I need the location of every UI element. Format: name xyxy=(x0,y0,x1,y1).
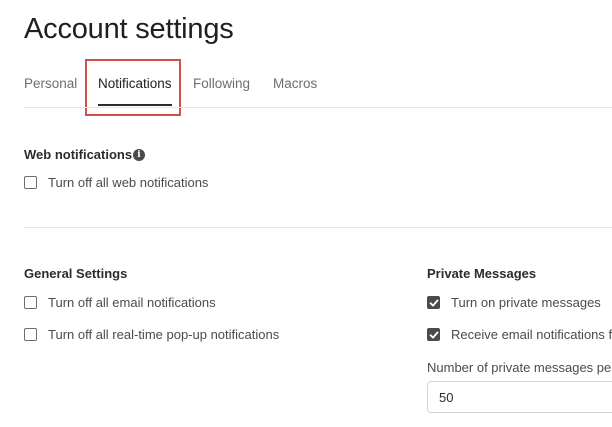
web-notifications-heading: Web notifications xyxy=(24,147,133,162)
web-notifications-off-label: Turn off all web notifications xyxy=(48,174,209,190)
email-notifications-off-label: Turn off all email notifications xyxy=(48,294,216,310)
private-messages-on-option[interactable]: Turn on private messages xyxy=(427,293,601,311)
checkmark-icon xyxy=(429,331,439,338)
account-settings-page: Account settings Personal Notifications … xyxy=(0,0,612,427)
tab-macros[interactable]: Macros xyxy=(273,60,317,108)
email-notifications-off-option[interactable]: Turn off all email notifications xyxy=(24,293,216,311)
page-title: Account settings xyxy=(24,13,234,45)
tab-personal[interactable]: Personal xyxy=(24,60,77,108)
web-notifications-off-option[interactable]: Turn off all web notifications xyxy=(24,173,208,191)
checkmark-icon xyxy=(429,299,439,306)
messages-per-page-input[interactable] xyxy=(427,381,612,413)
popup-notifications-off-checkbox[interactable] xyxy=(24,327,37,341)
web-notifications-off-checkbox[interactable] xyxy=(24,175,37,189)
private-messages-on-label: Turn on private messages xyxy=(451,294,601,310)
info-icon[interactable]: i xyxy=(133,149,145,161)
tabs-divider xyxy=(24,107,612,108)
section-divider xyxy=(24,227,612,228)
private-messages-heading: Private Messages xyxy=(427,266,537,281)
messages-per-page-label: Number of private messages per xyxy=(427,360,612,375)
private-messages-email-checkbox[interactable] xyxy=(427,327,440,341)
private-messages-email-label: Receive email notifications fo xyxy=(451,326,612,342)
email-notifications-off-checkbox[interactable] xyxy=(24,295,37,309)
private-messages-email-option[interactable]: Receive email notifications fo xyxy=(427,325,612,343)
popup-notifications-off-label: Turn off all real-time pop-up notificati… xyxy=(48,326,280,342)
general-settings-heading: General Settings xyxy=(24,266,128,281)
tab-following[interactable]: Following xyxy=(193,60,250,108)
private-messages-on-checkbox[interactable] xyxy=(427,295,440,309)
popup-notifications-off-option[interactable]: Turn off all real-time pop-up notificati… xyxy=(24,325,279,343)
